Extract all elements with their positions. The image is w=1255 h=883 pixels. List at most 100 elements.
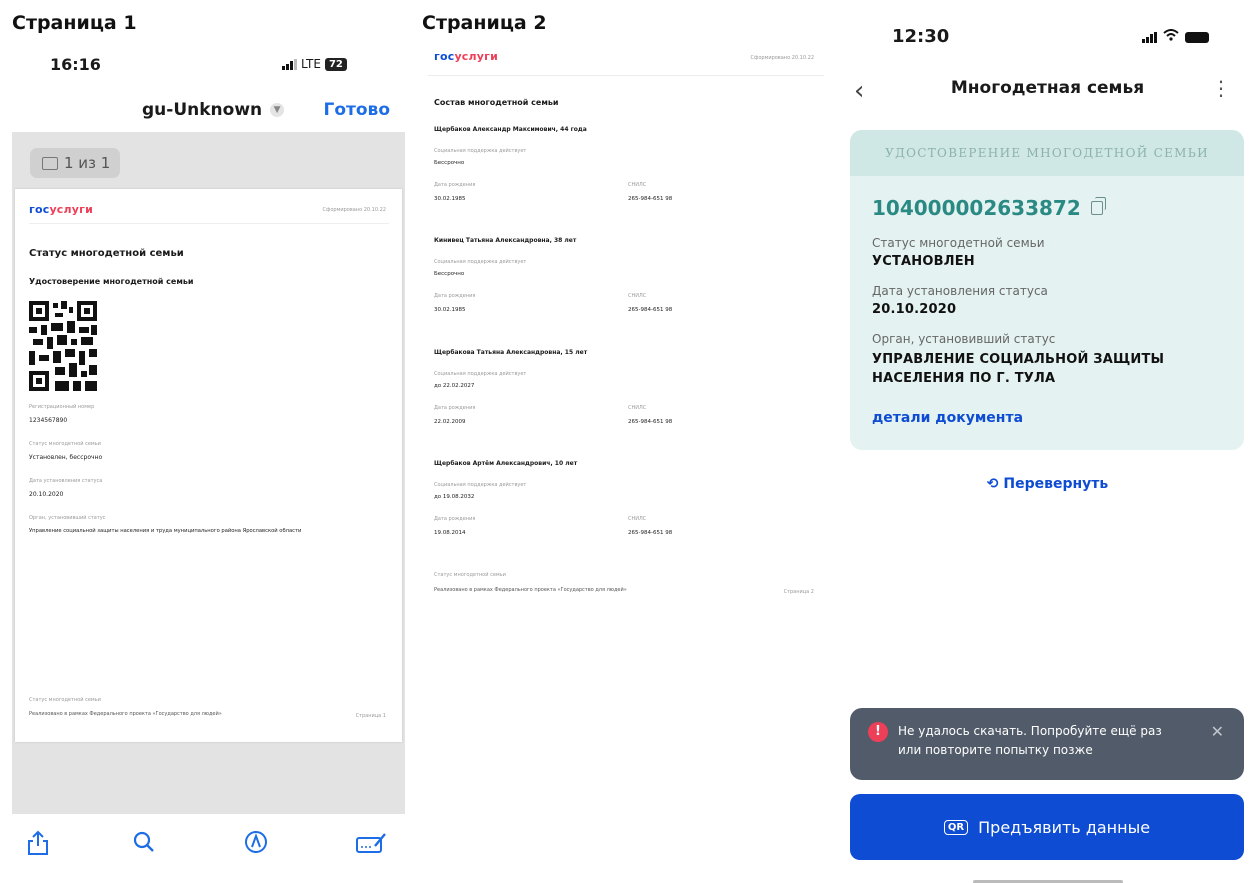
document-details-link[interactable]: детали документа <box>872 410 1023 426</box>
snils-value: 265-984-651 98 <box>628 196 673 202</box>
support-label: Социальная поддержка действует <box>434 259 527 265</box>
field-value: Установлен, бессрочно <box>29 454 103 461</box>
sidebar-icon <box>42 156 58 170</box>
divider <box>428 75 824 76</box>
dob-value: 30.02.1985 <box>434 307 466 313</box>
battery-icon: 72 <box>324 57 347 71</box>
pdf-page-2: госуслуги Сформировано 20.10.22 Состав м… <box>420 44 830 614</box>
flip-button[interactable]: ⟲ Перевернуть <box>846 476 1249 492</box>
status-indicators: LTE 72 <box>282 57 347 71</box>
doc-title: Статус многодетной семьи <box>29 248 184 259</box>
card-header: УДОСТОВЕРЕНИЕ МНОГОДЕТНОЙ СЕМЬИ <box>850 130 1244 176</box>
wifi-icon <box>1163 29 1179 45</box>
present-data-button[interactable]: QR Предъявить данные <box>850 794 1244 860</box>
date-value: 20.10.2020 <box>872 302 957 317</box>
battery-icon <box>1185 31 1209 43</box>
family-member: Щербакова Татьяна Александровна, 15 лет … <box>434 349 814 439</box>
rotate-icon: ⟲ <box>986 476 999 492</box>
copy-icon[interactable] <box>1090 197 1106 215</box>
app-header: ‹ Многодетная семья ⋮ <box>846 72 1249 116</box>
field-label: Статус многодетной семьи <box>29 441 101 447</box>
dob-label: Дата рождения <box>434 293 476 299</box>
field-label: Регистрационный номер <box>29 404 95 410</box>
document-area[interactable]: 1 из 1 госуслуги Сформировано 20.10.22 С… <box>12 132 405 814</box>
present-data-label: Предъявить данные <box>978 817 1151 837</box>
family-member: Кинивец Татьяна Александровна, 38 лет Со… <box>434 237 814 327</box>
family-member: Щербаков Александр Максимович, 44 года С… <box>434 126 814 216</box>
page-title: Многодетная семья <box>950 78 1145 98</box>
support-value: до 22.02.2027 <box>434 383 475 389</box>
support-value: Бессрочно <box>434 271 465 277</box>
page1-caption: Страница 1 <box>12 12 137 34</box>
member-name: Щербакова Татьяна Александровна, 15 лет <box>434 349 588 356</box>
certificate-number: 104000002633872 <box>872 196 1081 220</box>
dob-label: Дата рождения <box>434 182 476 188</box>
member-name: Щербаков Александр Максимович, 44 года <box>434 126 587 133</box>
error-icon: ! <box>868 722 888 742</box>
divider <box>29 223 389 224</box>
footer-text: Реализовано в рамках Федерального проект… <box>29 711 222 717</box>
dob-value: 30.02.1985 <box>434 196 466 202</box>
filename-button[interactable]: gu-Unknown ▼ <box>142 100 285 120</box>
qr-code-icon <box>29 301 97 391</box>
certificate-card: УДОСТОВЕРЕНИЕ МНОГОДЕТНОЙ СЕМЬИ 10400000… <box>850 130 1244 450</box>
support-value: Бессрочно <box>434 160 465 166</box>
field-value: 20.10.2020 <box>29 491 64 498</box>
gosuslugi-logo: госуслуги <box>29 203 94 216</box>
page-count-badge[interactable]: 1 из 1 <box>30 148 120 178</box>
status-indicators <box>1142 29 1209 45</box>
status-time: 16:16 <box>50 55 101 74</box>
field-value: Управление социальной защиты населения и… <box>29 528 302 534</box>
snils-value: 265-984-651 98 <box>628 419 673 425</box>
generated-date: Сформировано 20.10.22 <box>750 55 814 61</box>
support-label: Социальная поддержка действует <box>434 148 527 154</box>
field-label: Орган, установивший статус <box>29 515 106 521</box>
bottom-toolbar <box>12 814 405 883</box>
gosuslugi-logo: госуслуги <box>434 50 499 63</box>
signature-icon[interactable] <box>354 830 388 858</box>
signal-icon <box>282 58 297 70</box>
done-button[interactable]: Готово <box>324 100 390 120</box>
authority-value: УПРАВЛЕНИЕ СОЦИАЛЬНОЙ ЗАЩИТЫ НАСЕЛЕНИЯ П… <box>872 352 1165 386</box>
certificate-number-row: 104000002633872 <box>872 196 1106 220</box>
viewer-nav-bar: gu-Unknown ▼ Готово <box>12 92 405 132</box>
filename: gu-Unknown <box>142 100 263 120</box>
dob-value: 22.02.2009 <box>434 419 466 425</box>
doc-title: Состав многодетной семьи <box>434 98 559 107</box>
support-label: Социальная поддержка действует <box>434 482 527 488</box>
status-bar: 16:16 LTE 72 <box>12 44 405 88</box>
footer-page-number: Страница 2 <box>783 589 814 595</box>
dob-label: Дата рождения <box>434 405 476 411</box>
field-value: 1234567890 <box>29 417 68 424</box>
dob-label: Дата рождения <box>434 516 476 522</box>
pdf-viewer-screen: 16:16 LTE 72 gu-Unknown ▼ Готово 1 из 1 … <box>12 44 405 883</box>
network-type: LTE <box>301 57 321 71</box>
close-icon[interactable]: ✕ <box>1211 722 1224 741</box>
field-label: Дата установления статуса <box>29 478 103 484</box>
dob-value: 19.08.2014 <box>434 530 466 536</box>
snils-label: СНИЛС <box>628 405 647 411</box>
doc-subtitle: Удостоверение многодетной семьи <box>29 277 194 286</box>
snils-value: 265-984-651 98 <box>628 307 673 313</box>
member-name: Кинивец Татьяна Александровна, 38 лет <box>434 237 577 244</box>
flip-label: Перевернуть <box>1003 476 1109 492</box>
error-toast: ! Не удалось скачать. Попробуйте ещё раз… <box>850 708 1244 780</box>
snils-label: СНИЛС <box>628 182 647 188</box>
qr-scan-icon: QR <box>943 819 969 835</box>
date-label: Дата установления статуса <box>872 284 1048 298</box>
status-label: Статус многодетной семьи <box>872 236 1045 250</box>
status-value: УСТАНОВЛЕН <box>872 254 975 269</box>
markup-icon[interactable] <box>242 830 270 858</box>
gosuslugi-app-screen: 12:30 ‹ Многодетная семья ⋮ УДОСТОВЕРЕНИ… <box>846 14 1249 883</box>
share-icon[interactable] <box>24 830 52 858</box>
generated-date: Сформировано 20.10.22 <box>322 207 386 213</box>
snils-label: СНИЛС <box>628 516 647 522</box>
toast-message: Не удалось скачать. Попробуйте ещё раз и… <box>898 724 1162 757</box>
authority-label: Орган, установивший статус <box>872 332 1056 346</box>
snils-value: 265-984-651 98 <box>628 530 673 536</box>
search-icon[interactable] <box>130 830 158 858</box>
more-menu-icon[interactable]: ⋮ <box>1211 76 1231 100</box>
chevron-down-icon: ▼ <box>270 103 285 117</box>
member-name: Щербаков Артём Александрович, 10 лет <box>434 460 578 467</box>
page2-caption: Страница 2 <box>422 12 547 34</box>
